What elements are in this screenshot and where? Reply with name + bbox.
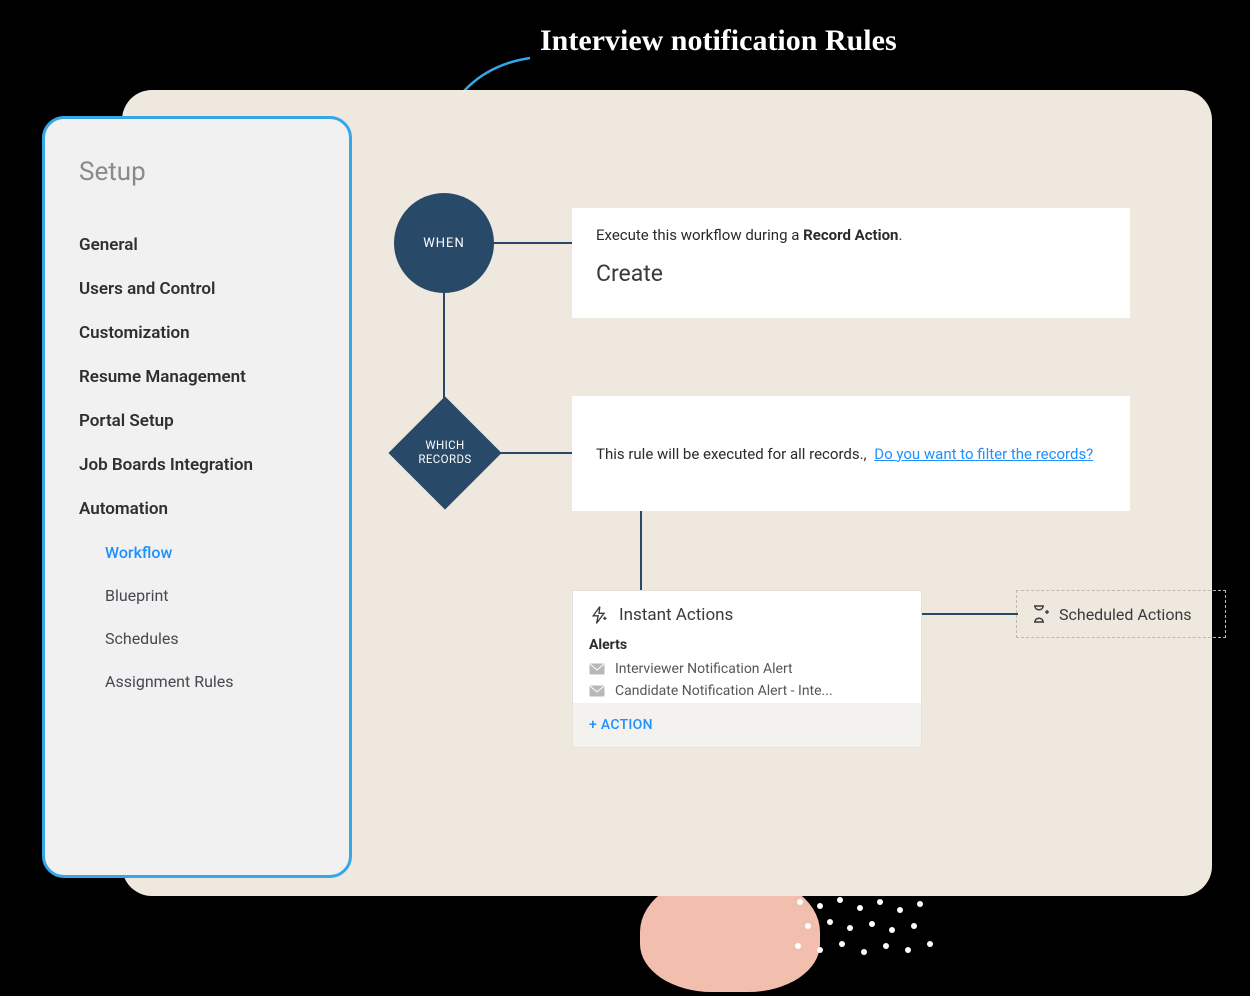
mail-icon xyxy=(589,685,605,697)
sidebar-item-jobboards[interactable]: Job Boards Integration xyxy=(79,443,315,487)
mail-icon xyxy=(589,663,605,675)
when-value: Create xyxy=(596,260,1106,287)
which-records-node[interactable]: WHICH RECORDS xyxy=(390,398,500,508)
alert-item[interactable]: Interviewer Notification Alert xyxy=(573,659,921,681)
add-action-button[interactable]: + ACTION xyxy=(573,703,921,747)
sidebar-item-resume[interactable]: Resume Management xyxy=(79,355,315,399)
connector-line xyxy=(920,613,1018,615)
instant-actions-box: Instant Actions Alerts Interviewer Notif… xyxy=(572,590,922,748)
lightning-icon xyxy=(589,605,609,625)
sidebar-sub-workflow[interactable]: Workflow xyxy=(105,531,315,574)
sidebar-sub-schedules[interactable]: Schedules xyxy=(105,617,315,660)
when-description: Execute this workflow during a Record Ac… xyxy=(596,226,1106,244)
hourglass-icon xyxy=(1031,604,1049,624)
sidebar-sub-blueprint[interactable]: Blueprint xyxy=(105,574,315,617)
sidebar-item-customization[interactable]: Customization xyxy=(79,311,315,355)
sidebar-item-portal[interactable]: Portal Setup xyxy=(79,399,315,443)
when-node[interactable]: WHEN xyxy=(394,193,494,293)
connector-line xyxy=(443,290,445,408)
alert-label: Candidate Notification Alert - Inte... xyxy=(615,683,833,699)
which-records-label: WHICH RECORDS xyxy=(418,439,471,467)
instant-actions-title: Instant Actions xyxy=(619,605,733,625)
scheduled-actions-title: Scheduled Actions xyxy=(1059,605,1192,624)
alerts-heading: Alerts xyxy=(573,635,921,659)
sidebar-item-automation[interactable]: Automation xyxy=(79,487,315,531)
sidebar-item-users[interactable]: Users and Control xyxy=(79,267,315,311)
alert-label: Interviewer Notification Alert xyxy=(615,661,793,677)
connector-line xyxy=(490,452,574,454)
connector-line xyxy=(486,242,574,244)
annotation-label: Interview notification Rules xyxy=(540,24,897,58)
sidebar-item-general[interactable]: General xyxy=(79,223,315,267)
scheduled-actions-box[interactable]: Scheduled Actions xyxy=(1016,590,1226,638)
which-text: This rule will be executed for all recor… xyxy=(596,445,1093,463)
alert-item[interactable]: Candidate Notification Alert - Inte... xyxy=(573,681,921,703)
when-node-label: WHEN xyxy=(423,236,464,251)
filter-records-link[interactable]: Do you want to filter the records? xyxy=(874,445,1093,463)
which-box[interactable]: This rule will be executed for all recor… xyxy=(572,396,1130,511)
when-box[interactable]: Execute this workflow during a Record Ac… xyxy=(572,208,1130,318)
setup-sidebar: Setup General Users and Control Customiz… xyxy=(42,116,352,878)
sidebar-sub-assignment[interactable]: Assignment Rules xyxy=(105,660,315,703)
sidebar-title: Setup xyxy=(79,157,315,187)
connector-line xyxy=(640,510,642,592)
